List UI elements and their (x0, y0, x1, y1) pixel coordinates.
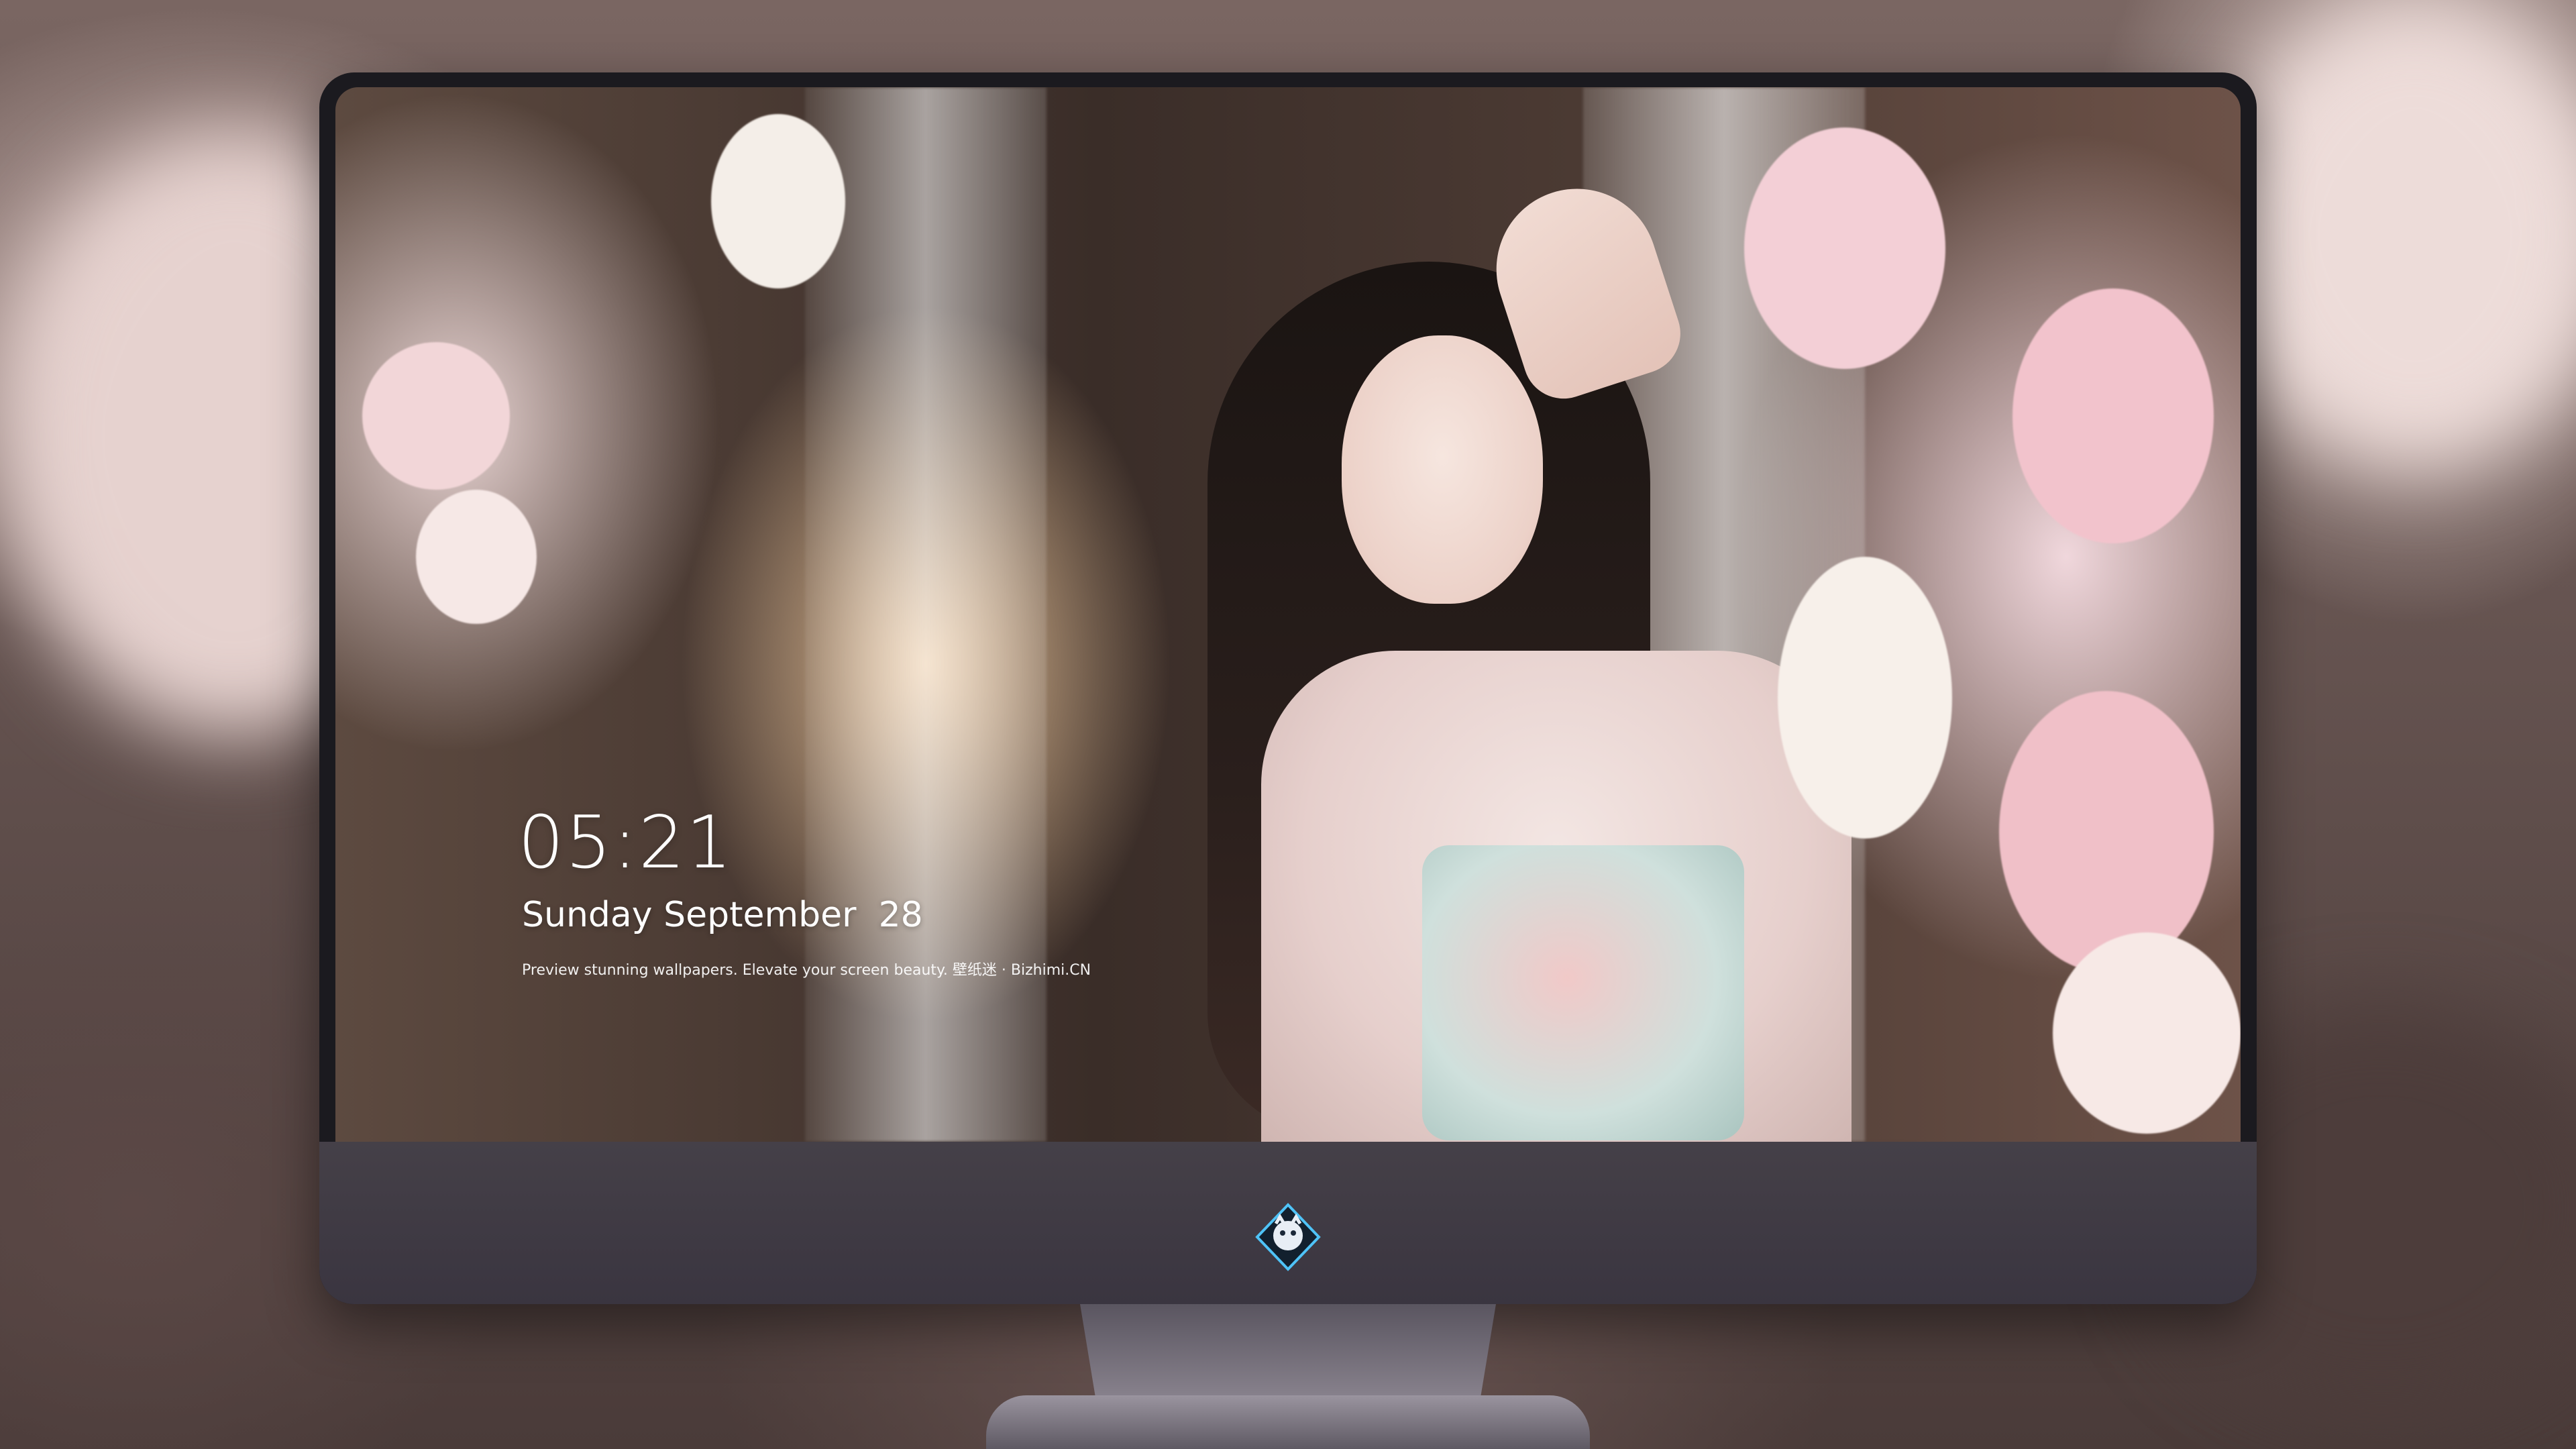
brand-logo-icon (1253, 1202, 1323, 1272)
sheer-curtain-left (805, 87, 1046, 1142)
wallpaper-tagline: Preview stunning wallpapers. Elevate you… (522, 962, 1091, 979)
wallpaper-screen: 05:21 Sunday September 28 Preview stunni… (335, 87, 2241, 1142)
flower-cluster (1999, 691, 2214, 973)
flower-cluster (2012, 288, 2214, 543)
figure-face (1342, 335, 1543, 604)
monitor-stand-base (986, 1395, 1590, 1449)
flower-cluster (2053, 932, 2241, 1134)
flower-cluster (416, 490, 537, 624)
date-label: Sunday September 28 (522, 895, 923, 935)
monitor: 05:21 Sunday September 28 Preview stunni… (319, 72, 2257, 1304)
flower-cluster (362, 342, 510, 490)
flower-cluster (1778, 557, 1952, 839)
embroidered-bodice (1422, 845, 1744, 1140)
clock-time: 05:21 (518, 801, 734, 885)
flower-cluster (1744, 127, 1945, 369)
flower-cluster (711, 114, 845, 288)
blurred-flower-right (2214, 0, 2576, 470)
monitor-stand-neck (1080, 1304, 1496, 1405)
